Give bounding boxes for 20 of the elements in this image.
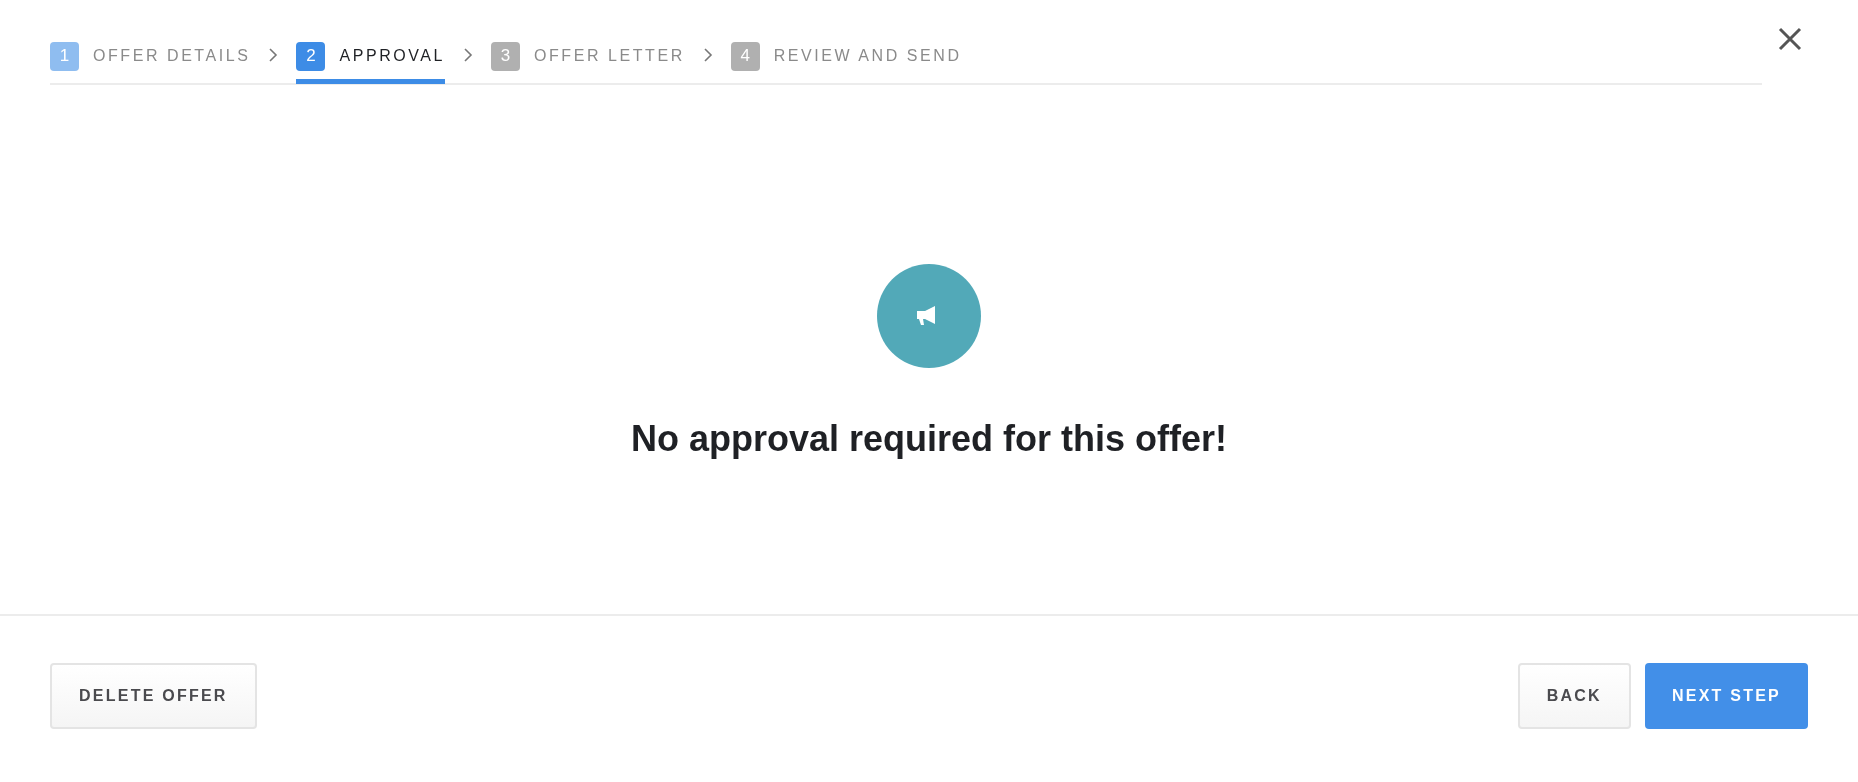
step-number: 2 [296,41,326,71]
step-tab[interactable]: 1 OFFER DETAILS [50,28,251,84]
step-number: 4 [730,41,760,71]
chevron-icon [702,47,713,63]
secondary-button[interactable]: DELETE OFFER [50,663,257,729]
step-tab[interactable]: 3 OFFER LETTER [491,28,685,84]
step-label: OFFER DETAILS [93,46,251,66]
close-icon [1778,27,1802,51]
step-number: 3 [491,41,520,71]
primary-button[interactable]: NEXT STEP [1644,663,1808,729]
step-label: REVIEW AND SEND [773,46,962,66]
step-tab[interactable]: 4 REVIEW AND SEND [730,28,962,84]
step-number: 1 [50,41,79,71]
step-label: OFFER LETTER [534,46,685,66]
step-tab[interactable]: 2 APPROVAL [296,28,445,84]
secondary-button[interactable]: BACK [1517,663,1631,729]
step-label: APPROVAL [339,46,445,66]
chevron-icon [268,47,279,63]
chevron-icon [463,47,473,63]
empty-state-message: No approval required for this offer! [630,416,1228,461]
